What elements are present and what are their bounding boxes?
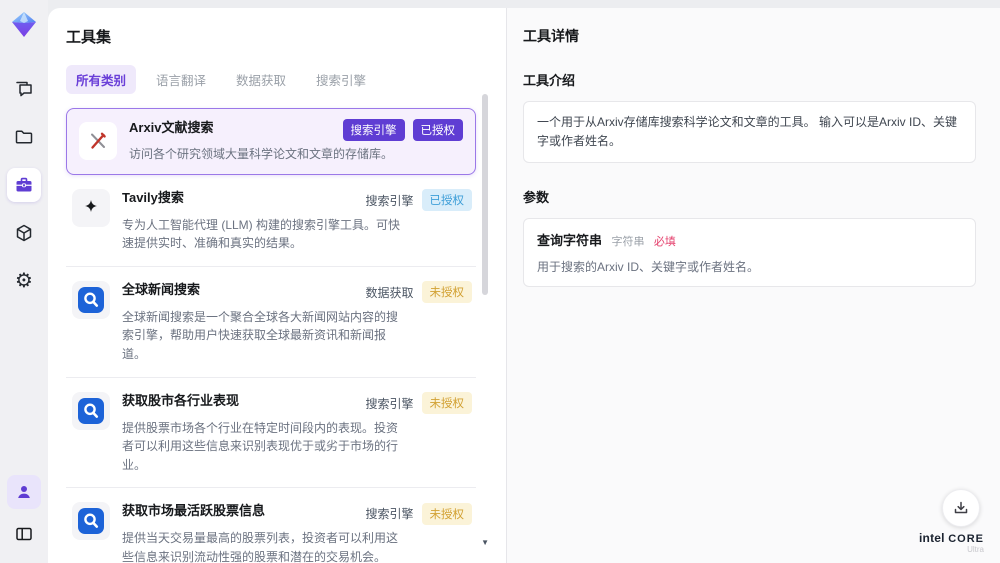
tool-description: 访问各个研究领域大量科学论文和文章的存储库。 <box>129 147 394 161</box>
intro-box: 一个用于从Arxiv存储库搜索科学论文和文章的工具。 输入可以是Arxiv ID… <box>523 101 976 164</box>
blue-search-icon <box>72 502 110 541</box>
category-tabs: 所有类别 语言翻译 数据获取 搜索引擎 <box>66 65 476 94</box>
sidebar-item-chat[interactable] <box>7 72 41 106</box>
tool-detail-panel: 工具详情 工具介绍 一个用于从Arxiv存储库搜索科学论文和文章的工具。 输入可… <box>507 8 1000 563</box>
category-label: 数据获取 <box>365 285 414 300</box>
page-title: 工具集 <box>66 29 112 46</box>
sidebar-bottom <box>7 475 41 551</box>
tool-name: Tavily搜索 <box>122 189 184 205</box>
intro-heading: 工具介绍 <box>523 73 576 88</box>
sidebar-item-settings[interactable]: ⚙ <box>7 264 41 298</box>
tab-data-fetch[interactable]: 数据获取 <box>226 65 296 94</box>
param-card: 查询字符串 字符串 必填 用于搜索的Arxiv ID、关键字或作者姓名。 <box>523 218 976 288</box>
param-description: 用于搜索的Arxiv ID、关键字或作者姓名。 <box>537 260 760 275</box>
chat-icon <box>14 79 34 99</box>
tool-name: 获取股市各行业表现 <box>122 392 240 408</box>
tool-card-arxiv-selected[interactable]: Arxiv文献搜索 搜索引擎 已授权 访问各个研究领域大量科学论文和文章的存储库… <box>66 108 476 175</box>
tool-description: 全球新闻搜索是一个聚合全球各大新闻网站内容的搜索引擎，帮助用户快速获取全球最新资… <box>122 309 399 361</box>
tool-name: 全球新闻搜索 <box>122 281 201 297</box>
tool-list-item-sector-performance[interactable]: 获取股市各行业表现 搜索引擎 未授权 提供股票市场各个行业在特定时间段内的表现。… <box>66 378 476 489</box>
scroll-down-arrow-icon[interactable]: ▼ <box>481 538 489 547</box>
intel-core-logo: intel CORE Ultra <box>919 531 984 555</box>
main-panel: 工具集 所有类别 语言翻译 数据获取 搜索引擎 Arxiv文献搜索 搜索引擎 已… <box>48 8 1000 563</box>
status-badge: 未授权 <box>421 281 472 304</box>
folder-icon <box>14 127 34 147</box>
intel-core-text: CORE <box>948 533 984 546</box>
param-type: 字符串 <box>611 236 645 249</box>
status-badge: 未授权 <box>421 392 472 415</box>
toolbox-icon <box>14 175 34 195</box>
tab-all-categories[interactable]: 所有类别 <box>66 65 137 94</box>
star-icon <box>72 188 110 227</box>
tool-description: 提供股票市场各个行业在特定时间段内的表现。投资者可以利用这些信息来识别表现优于或… <box>122 420 399 472</box>
tool-list-item-active-stocks[interactable]: 获取市场最活跃股票信息 搜索引擎 未授权 提供当天交易量最高的股票列表，投资者可… <box>66 488 476 563</box>
intel-sub-text: Ultra <box>967 545 984 555</box>
tool-description: 提供当天交易量最高的股票列表，投资者可以利用这些信息来识别流动性强的股票和潜在的… <box>122 531 399 563</box>
download-button[interactable] <box>942 489 980 527</box>
user-icon <box>15 483 33 501</box>
status-badge: 已授权 <box>421 189 472 212</box>
param-required-badge: 必填 <box>653 236 676 249</box>
tool-list-panel: 工具集 所有类别 语言翻译 数据获取 搜索引擎 Arxiv文献搜索 搜索引擎 已… <box>48 8 506 563</box>
left-sidebar: ⚙ <box>0 0 48 563</box>
download-icon <box>952 499 970 517</box>
detail-title: 工具详情 <box>523 28 579 44</box>
sidebar-item-packages[interactable] <box>7 216 41 250</box>
arxiv-icon <box>79 122 117 161</box>
settings-gear-icon: ⚙ <box>15 270 33 292</box>
tool-list-item-tavily[interactable]: Tavily搜索 搜索引擎 已授权 专为人工智能代理 (LLM) 构建的搜索引擎… <box>66 175 476 267</box>
intel-brand-text: intel <box>919 531 945 546</box>
tool-name: Arxiv文献搜索 <box>129 120 214 135</box>
cube-icon <box>14 223 34 243</box>
tab-search-engine[interactable]: 搜索引擎 <box>306 65 376 94</box>
category-label: 搜索引擎 <box>365 193 414 208</box>
tool-name: 获取市场最活跃股票信息 <box>122 503 266 519</box>
sidebar-item-files[interactable] <box>7 120 41 154</box>
status-badge: 未授权 <box>421 502 472 525</box>
app-logo-gem-icon[interactable] <box>9 10 39 40</box>
tab-translation[interactable]: 语言翻译 <box>146 65 216 94</box>
sidebar-item-collapse[interactable] <box>7 517 41 551</box>
blue-search-icon <box>72 280 110 319</box>
blue-search-icon <box>72 391 110 430</box>
tool-description: 专为人工智能代理 (LLM) 构建的搜索引擎工具。可快速提供实时、准确和真实的结… <box>122 217 401 251</box>
category-badge: 搜索引擎 <box>342 119 405 141</box>
intro-text: 一个用于从Arxiv存储库搜索科学论文和文章的工具。 输入可以是Arxiv ID… <box>537 115 958 149</box>
panel-toggle-icon <box>14 524 34 544</box>
sidebar-item-account[interactable] <box>7 475 41 509</box>
category-label: 搜索引擎 <box>365 507 414 522</box>
tool-list-item-global-news[interactable]: 全球新闻搜索 数据获取 未授权 全球新闻搜索是一个聚合全球各大新闻网站内容的搜索… <box>66 267 476 378</box>
status-badge: 已授权 <box>412 119 463 141</box>
scrollbar-thumb[interactable] <box>482 94 488 295</box>
params-heading: 参数 <box>523 190 550 206</box>
param-name: 查询字符串 <box>537 233 603 249</box>
sidebar-nav: ⚙ <box>7 72 41 298</box>
sidebar-item-tools[interactable] <box>7 168 41 202</box>
category-label: 搜索引擎 <box>365 396 414 411</box>
